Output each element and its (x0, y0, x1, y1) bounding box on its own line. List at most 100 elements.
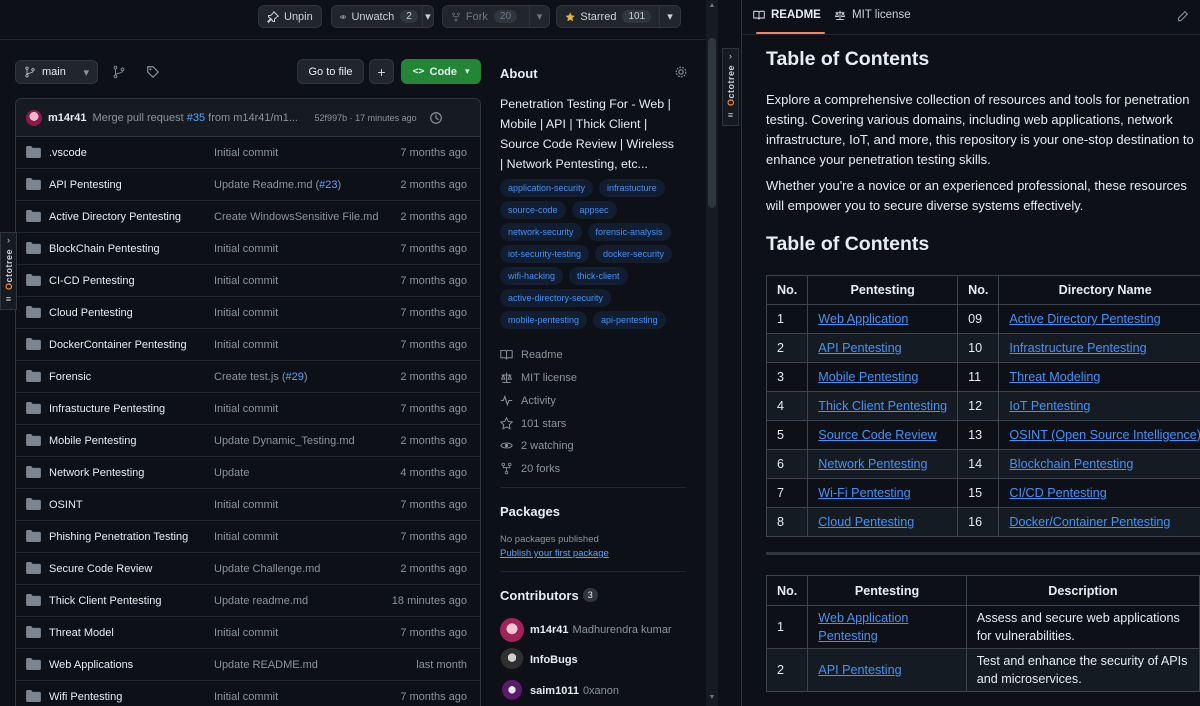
file-row[interactable]: OSINT Initial commit 7 months ago (16, 489, 480, 521)
file-commit-message[interactable]: Create test.js (#29) (214, 371, 308, 383)
license-link[interactable]: MIT license (500, 371, 690, 384)
scrollbar[interactable]: ▲ ▼ (706, 0, 718, 706)
file-commit-time[interactable]: 2 months ago (400, 179, 467, 191)
file-commit-message[interactable]: Initial commit (214, 147, 278, 159)
file-row[interactable]: Active Directory Pentesting Create Window… (16, 201, 480, 233)
file-row[interactable]: Threat Model Initial commit 7 months ago (16, 617, 480, 649)
file-commit-time[interactable]: 7 months ago (400, 499, 467, 511)
topic-tag[interactable]: active-directory-security (500, 289, 612, 307)
file-name[interactable]: Secure Code Review (49, 563, 152, 575)
file-commit-time[interactable]: 7 months ago (400, 307, 467, 319)
toc-link[interactable]: Blockchain Pentesting (998, 449, 1200, 479)
file-row[interactable]: Mobile Pentesting Update Dynamic_Testing.… (16, 425, 480, 457)
scroll-down-arrow[interactable]: ▼ (708, 694, 716, 701)
file-row[interactable]: Secure Code Review Update Challenge.md 2 m… (16, 553, 480, 585)
topic-tag[interactable]: infrastucture (599, 179, 665, 197)
file-row[interactable]: DockerContainer Pentesting Initial commit… (16, 329, 480, 361)
commit-author[interactable]: m14r41 (48, 112, 87, 124)
file-row[interactable]: Network Pentesting Update 4 months ago (16, 457, 480, 489)
file-row[interactable]: API Pentesting Update Readme.md (#23) 2 mo… (16, 169, 480, 201)
file-row[interactable]: Phishing Penetration Testing Initial comm… (16, 521, 480, 553)
file-commit-message[interactable]: Update Dynamic_Testing.md (214, 435, 355, 447)
commit-message[interactable]: Merge pull request #35 from m14r41/m1... (93, 112, 303, 124)
file-commit-message[interactable]: Create WindowsSensitive File.md (214, 211, 378, 223)
toc-link[interactable]: IoT Pentesting (998, 391, 1200, 421)
activity-link[interactable]: Activity (500, 394, 690, 407)
file-commit-message[interactable]: Update README.md (214, 659, 318, 671)
file-commit-time[interactable]: 7 months ago (400, 147, 467, 159)
avatar[interactable] (26, 109, 42, 126)
file-commit-message[interactable]: Initial commit (214, 531, 278, 543)
file-commit-message[interactable]: Update readme.md (214, 595, 308, 607)
tab-readme[interactable]: README (753, 9, 821, 21)
toc-link[interactable]: Web Application (807, 304, 959, 334)
file-commit-message[interactable]: Initial commit (214, 499, 278, 511)
file-commit-message[interactable]: Update (214, 467, 249, 479)
pencil-icon[interactable] (1176, 10, 1189, 23)
go-to-file-button[interactable]: Go to file (297, 59, 364, 84)
toc-link[interactable]: Docker/Container Pentesting (998, 507, 1200, 537)
history-icon[interactable] (429, 111, 443, 125)
file-commit-time[interactable]: 7 months ago (400, 243, 467, 255)
branch-selector[interactable]: main ▾ (15, 60, 98, 84)
chevron-down-icon[interactable]: ▾ (529, 6, 549, 27)
unpin-button[interactable]: Unpin (258, 5, 322, 28)
scrollbar-thumb[interactable] (708, 38, 716, 208)
branches-icon[interactable] (112, 65, 126, 79)
watching-link[interactable]: 2 watching (500, 439, 690, 452)
chevron-down-icon[interactable]: ▾ (421, 6, 433, 27)
toc-link[interactable]: OSINT (Open Source Intelligence) (998, 420, 1200, 450)
file-name[interactable]: Web Applications (49, 659, 133, 671)
file-commit-time[interactable]: 7 months ago (400, 275, 467, 287)
topic-tag[interactable]: network-security (500, 223, 582, 241)
file-commit-time[interactable]: 7 months ago (400, 403, 467, 415)
topic-tag[interactable]: iot-security-testing (500, 245, 590, 263)
file-commit-message[interactable]: Update Challenge.md (214, 563, 320, 575)
toc-link[interactable]: Thick Client Pentesting (807, 391, 959, 421)
topic-tag[interactable]: api-pentesting (593, 311, 666, 329)
topic-tag[interactable]: mobile-pentesting (500, 311, 588, 329)
toc-link[interactable]: Active Directory Pentesting (998, 304, 1200, 334)
contributor-item[interactable]: saim1011 0xanon (500, 679, 619, 703)
toc-link[interactable]: CI/CD Pentesting (998, 478, 1200, 508)
toc-link[interactable]: Infrastructure Pentesting (998, 333, 1200, 363)
topic-tag[interactable]: wifi-hacking (500, 267, 564, 285)
toc-link[interactable]: Cloud Pentesting (807, 507, 959, 537)
add-file-button[interactable]: + (369, 59, 394, 84)
file-commit-time[interactable]: 2 months ago (400, 435, 467, 447)
file-name[interactable]: BlockChain Pentesting (49, 243, 160, 255)
file-row[interactable]: BlockChain Pentesting Initial commit 7 mon… (16, 233, 480, 265)
file-commit-message[interactable]: Initial commit (214, 691, 278, 703)
unwatch-button[interactable]: Unwatch 2 ▾ (331, 5, 434, 28)
toc-link[interactable]: Mobile Pentesting (807, 362, 959, 392)
file-name[interactable]: Infrastucture Pentesting (49, 403, 165, 415)
desc-link[interactable]: API Pentesting (807, 648, 967, 692)
file-commit-message[interactable]: Update Readme.md (#23) (214, 179, 341, 191)
file-name[interactable]: .vscode (49, 147, 87, 159)
packages-title[interactable]: Packages (500, 504, 560, 519)
scroll-up-arrow[interactable]: ▲ (708, 2, 716, 9)
file-commit-time[interactable]: 7 months ago (400, 691, 467, 703)
contributor-item[interactable]: InfoBugs (500, 648, 578, 672)
file-name[interactable]: Thick Client Pentesting (49, 595, 162, 607)
file-commit-message[interactable]: Initial commit (214, 339, 278, 351)
toc-link[interactable]: API Pentesting (807, 333, 959, 363)
file-commit-message[interactable]: Initial commit (214, 243, 278, 255)
file-name[interactable]: Wifi Pentesting (49, 691, 122, 703)
fork-button[interactable]: Fork 20 ▾ (442, 5, 550, 28)
file-commit-message[interactable]: Initial commit (214, 307, 278, 319)
file-commit-message[interactable]: Initial commit (214, 403, 278, 415)
file-row[interactable]: Thick Client Pentesting Update readme.md 1… (16, 585, 480, 617)
file-row[interactable]: CI-CD Pentesting Initial commit 7 months a… (16, 265, 480, 297)
file-commit-time[interactable]: last month (416, 659, 467, 671)
commit-pr-link[interactable]: #23 (319, 179, 337, 191)
file-commit-time[interactable]: 2 months ago (400, 371, 467, 383)
file-commit-time[interactable]: 4 months ago (400, 467, 467, 479)
toc-link[interactable]: Source Code Review (807, 420, 959, 450)
file-commit-time[interactable]: 7 months ago (400, 339, 467, 351)
contributor-item[interactable]: m14r41 Madhurendra kumar (500, 618, 672, 642)
file-name[interactable]: CI-CD Pentesting (49, 275, 135, 287)
starred-button[interactable]: Starred 101 ▾ (556, 5, 681, 28)
octotree-toggle-right[interactable]: › Octotree ≡ (722, 48, 739, 126)
topic-tag[interactable]: thick-client (569, 267, 628, 285)
